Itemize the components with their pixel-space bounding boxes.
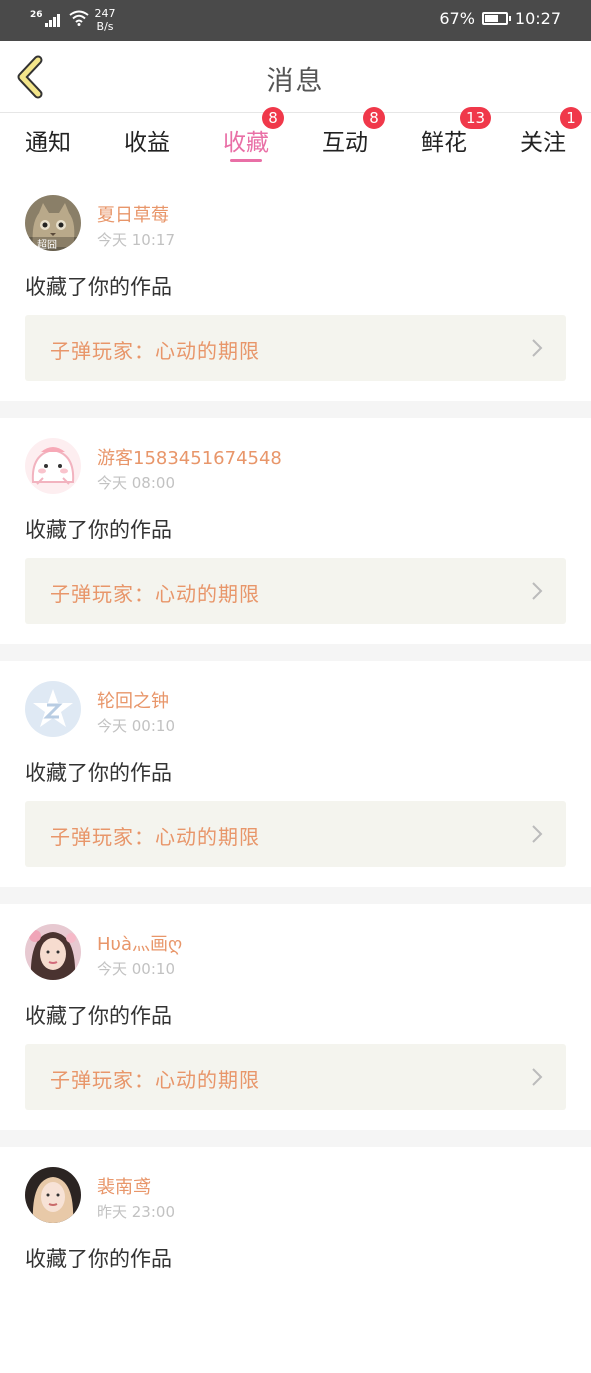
divider xyxy=(0,1130,591,1147)
timestamp: 今天 00:10 xyxy=(97,960,175,978)
tab-label: 收益 xyxy=(124,130,170,156)
chevron-right-icon xyxy=(532,825,543,843)
work-link[interactable]: 子弹玩家：心动的期限 xyxy=(25,315,566,381)
list-item: 超囧 夏日草莓 今天 10:17 收藏了你的作品 子弹玩家：心动的期限 xyxy=(0,175,591,401)
badge-count: 13 xyxy=(460,107,492,129)
signal-icon xyxy=(44,11,61,27)
username[interactable]: Hυà灬画ღ xyxy=(97,930,182,956)
status-left: 26 247 B/s xyxy=(30,7,116,33)
work-link[interactable]: 子弹玩家：心动的期限 xyxy=(25,801,566,867)
tab-bar: 通知 收益 收藏 8 互动 8 鲜花 13 关注 1 xyxy=(0,107,591,170)
timestamp: 今天 08:00 xyxy=(97,474,175,492)
tab-flowers[interactable]: 鲜花 13 xyxy=(404,107,492,157)
tab-label: 收藏 xyxy=(223,130,269,156)
timestamp: 今天 10:17 xyxy=(97,231,175,249)
status-right: 67% 10:27 xyxy=(439,9,561,28)
badge-count: 8 xyxy=(262,107,284,129)
username[interactable]: 游客1583451674548 xyxy=(97,444,282,470)
avatar-text: 超囧 xyxy=(37,240,57,251)
tab-label: 通知 xyxy=(25,130,71,156)
divider xyxy=(0,644,591,661)
avatar[interactable] xyxy=(25,924,81,980)
action-text: 收藏了你的作品 xyxy=(25,1004,172,1028)
battery-fill xyxy=(484,15,498,22)
battery-percent: 67% xyxy=(439,9,475,28)
active-tab-indicator xyxy=(230,159,262,162)
work-title: 子弹玩家：心动的期限 xyxy=(50,825,260,849)
tab-follow[interactable]: 关注 1 xyxy=(503,107,583,157)
tab-earnings[interactable]: 收益 xyxy=(107,123,187,157)
tab-favorites[interactable]: 收藏 8 xyxy=(206,107,286,162)
chevron-right-icon xyxy=(532,339,543,357)
action-text: 收藏了你的作品 xyxy=(25,275,172,299)
action-text: 收藏了你的作品 xyxy=(25,761,172,785)
tab-label: 鲜花 xyxy=(421,130,467,156)
avatar[interactable] xyxy=(25,1167,81,1223)
divider xyxy=(0,887,591,904)
badge-count: 8 xyxy=(363,107,385,129)
avatar[interactable] xyxy=(25,438,81,494)
username[interactable]: 裴南鸢 xyxy=(97,1173,151,1199)
list-item: 游客1583451674548 今天 08:00 收藏了你的作品 子弹玩家：心动… xyxy=(0,418,591,644)
timestamp: 今天 00:10 xyxy=(97,717,175,735)
work-link[interactable]: 子弹玩家：心动的期限 xyxy=(25,1044,566,1110)
list-item: Hυà灬画ღ 今天 00:10 收藏了你的作品 子弹玩家：心动的期限 xyxy=(0,904,591,1130)
network-type: 26 xyxy=(30,10,43,20)
list-item: 轮回之钟 今天 00:10 收藏了你的作品 子弹玩家：心动的期限 xyxy=(0,661,591,887)
avatar[interactable]: 超囧 xyxy=(25,195,81,251)
chevron-right-icon xyxy=(532,582,543,600)
default-star-avatar-icon xyxy=(25,681,81,737)
pink-blob-avatar-icon xyxy=(25,438,81,494)
tab-notice[interactable]: 通知 xyxy=(8,123,88,157)
tab-interaction[interactable]: 互动 8 xyxy=(305,107,385,157)
tab-label: 关注 xyxy=(520,130,566,156)
wifi-icon xyxy=(68,10,89,26)
list-item: 裴南鸢 昨天 23:00 收藏了你的作品 xyxy=(0,1147,591,1373)
battery-icon xyxy=(481,12,511,25)
network-speed: 247 B/s xyxy=(95,7,116,33)
chevron-right-icon xyxy=(532,1068,543,1086)
speed-unit: B/s xyxy=(96,20,114,33)
page-title: 消息 xyxy=(266,66,325,97)
divider xyxy=(0,401,591,418)
portrait-avatar-icon xyxy=(25,1167,81,1223)
action-text: 收藏了你的作品 xyxy=(25,518,172,542)
username[interactable]: 轮回之钟 xyxy=(97,687,169,713)
status-bar: 26 247 B/s 67% 10:27 xyxy=(0,0,591,41)
work-link[interactable]: 子弹玩家：心动的期限 xyxy=(25,558,566,624)
work-title: 子弹玩家：心动的期限 xyxy=(50,339,260,363)
avatar[interactable] xyxy=(25,681,81,737)
portrait-avatar-icon xyxy=(25,924,81,980)
work-title: 子弹玩家：心动的期限 xyxy=(50,582,260,606)
timestamp: 昨天 23:00 xyxy=(97,1203,175,1221)
app-header: 消息 xyxy=(0,41,591,113)
speed-value: 247 xyxy=(94,7,116,20)
badge-count: 1 xyxy=(560,107,582,129)
clock: 10:27 xyxy=(514,9,561,28)
username[interactable]: 夏日草莓 xyxy=(97,201,169,227)
action-text: 收藏了你的作品 xyxy=(25,1247,172,1271)
work-title: 子弹玩家：心动的期限 xyxy=(50,1068,260,1092)
message-list: 超囧 夏日草莓 今天 10:17 收藏了你的作品 子弹玩家：心动的期限 游客15… xyxy=(0,175,591,1373)
tab-label: 互动 xyxy=(322,130,368,156)
